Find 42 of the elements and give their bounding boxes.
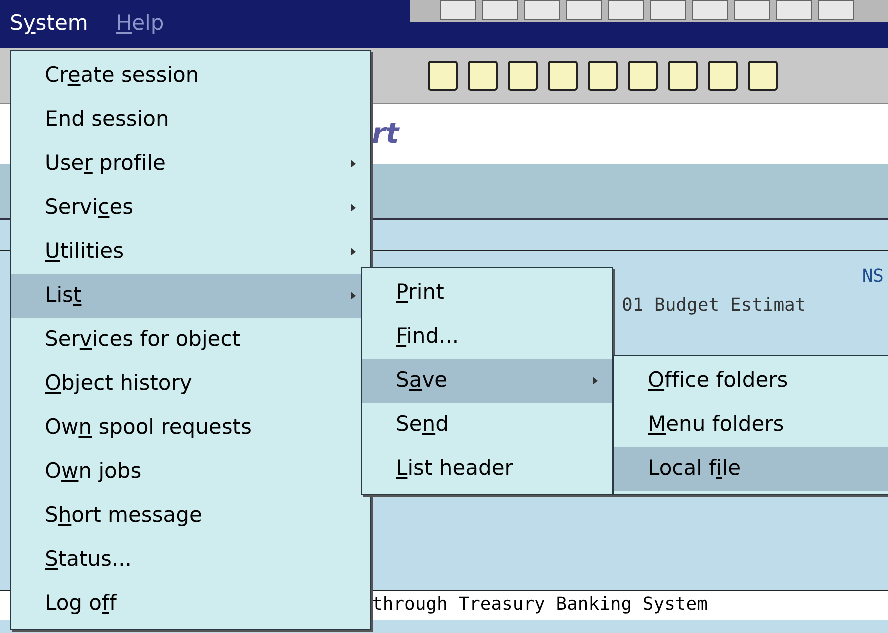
menu-item[interactable]: List header <box>362 447 612 491</box>
menu-item[interactable]: Short message <box>11 494 370 538</box>
menu-bar-item[interactable]: System <box>10 8 88 40</box>
menu-item[interactable]: Log off <box>11 582 370 626</box>
menu-item-label: Utilities <box>45 238 124 266</box>
menu-item-label: Own spool requests <box>45 414 252 442</box>
menu-item[interactable]: Send <box>362 403 612 447</box>
menu-item-label: List <box>45 282 82 310</box>
menu-item-label: Own jobs <box>45 458 142 486</box>
menu-item-label: Create session <box>45 62 200 90</box>
menu-item-label: End session <box>45 106 170 134</box>
menu-item-label: User profile <box>45 150 166 178</box>
row-text: 01 Budget Estimat <box>622 295 806 316</box>
menu-item[interactable]: Utilities <box>11 230 370 274</box>
menu-item-label: Object history <box>45 370 192 398</box>
menu-item[interactable]: End session <box>11 98 370 142</box>
menu-item[interactable]: Create session <box>11 54 370 98</box>
menu-item[interactable]: Find... <box>362 315 612 359</box>
menu-item-label: Send <box>396 411 449 438</box>
menu-item[interactable]: Services <box>11 186 370 230</box>
menu-bar-item[interactable]: Help <box>116 8 164 40</box>
column-header: NS <box>862 265 884 289</box>
menu-item-label: Print <box>396 279 444 306</box>
screen-title: rt <box>372 116 400 152</box>
menu-item[interactable]: Local file <box>614 447 888 491</box>
menu-item-label: Log off <box>45 590 117 618</box>
menu-item-label: Status... <box>45 546 132 574</box>
footer-text: through Treasury Banking System <box>372 594 708 615</box>
menu-item-label: Save <box>396 367 448 394</box>
menu-item-label: Office folders <box>648 367 788 394</box>
menu-item-label: Menu folders <box>648 411 784 438</box>
menu-item[interactable]: Menu folders <box>614 403 888 447</box>
menu-item[interactable]: User profile <box>11 142 370 186</box>
menu-item-label: Services <box>45 194 134 222</box>
menu-item[interactable]: Office folders <box>614 359 888 403</box>
menu-item[interactable]: Status... <box>11 538 370 582</box>
menu-item-label: List header <box>396 455 514 482</box>
menu-item-label: Short message <box>45 502 202 530</box>
menu-item-label: Services for object <box>45 326 241 354</box>
menu-item-label: Find... <box>396 323 460 350</box>
menu-item-label: Local file <box>648 455 742 482</box>
menu-item[interactable]: Save <box>362 359 612 403</box>
